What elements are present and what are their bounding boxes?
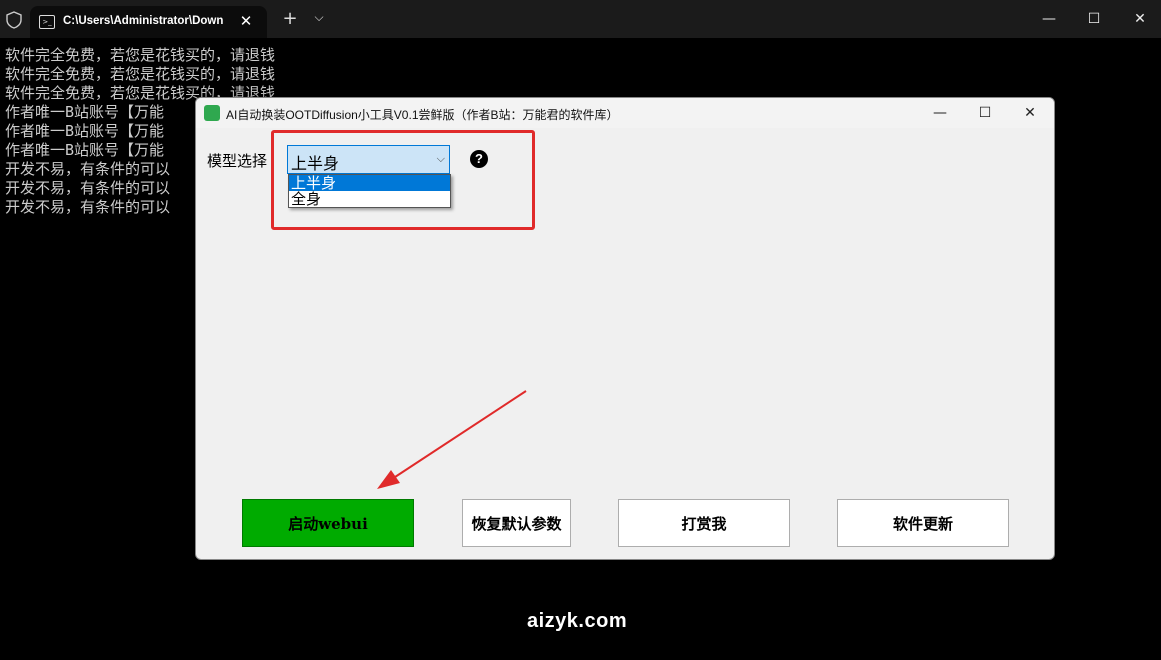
watermark: aizyk.com	[527, 610, 628, 632]
arrow-annotation	[377, 390, 527, 489]
